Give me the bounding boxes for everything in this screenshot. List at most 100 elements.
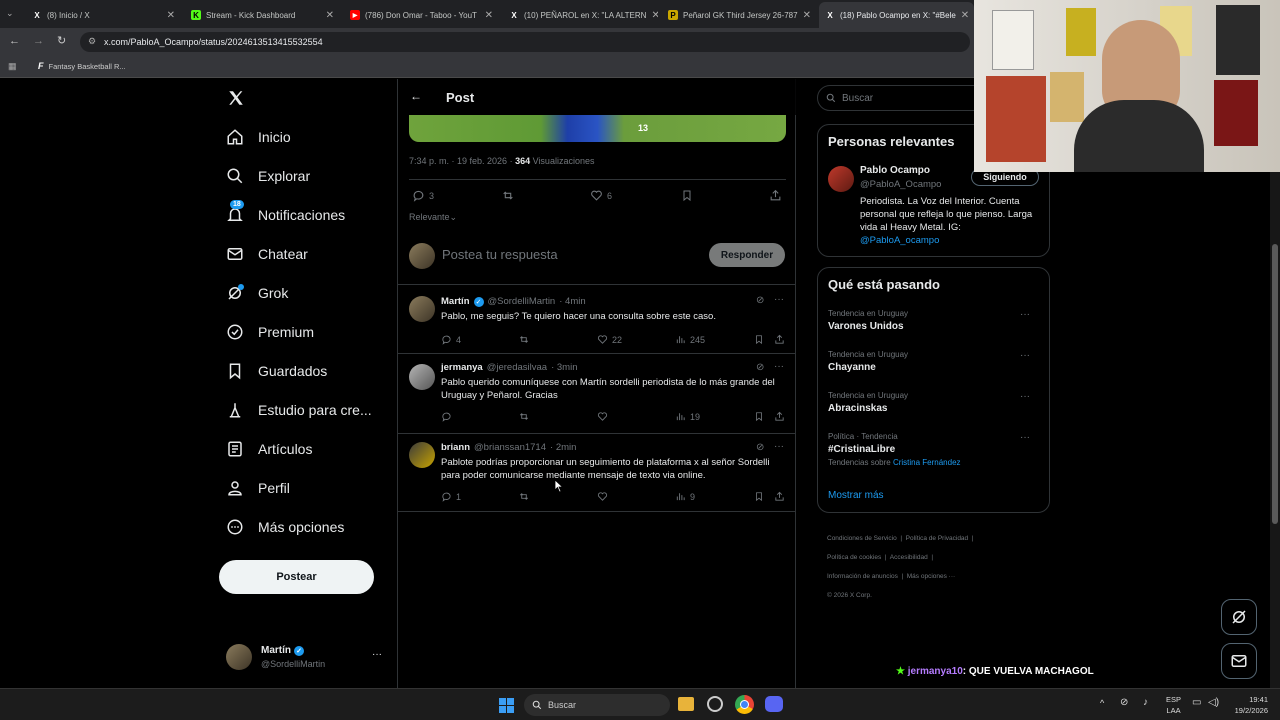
person-handle[interactable]: @PabloA_Ocampo <box>860 179 941 190</box>
grok-icon[interactable]: ⊘ <box>756 362 764 373</box>
apps-grid-icon[interactable]: ▦ <box>8 61 17 72</box>
display-icon[interactable]: ▭ <box>1192 697 1201 708</box>
footer-link[interactable]: Accesibilidad <box>890 554 928 561</box>
repost-action[interactable] <box>518 491 530 502</box>
share-action[interactable] <box>774 491 785 502</box>
reply-item[interactable]: jermanya @jeredasilvaa · 3min ⊘ ··· Pabl… <box>398 354 796 434</box>
more-dots-icon[interactable]: ··· <box>774 441 784 452</box>
avatar[interactable] <box>409 364 435 390</box>
chrome-icon[interactable] <box>735 695 754 714</box>
reply-item[interactable]: briann @brianssan1714 · 2min ⊘ ··· Pablo… <box>398 434 796 512</box>
tab-youtube[interactable]: ▶ (786) Don Omar - Taboo - YouT ✕ <box>344 2 499 28</box>
nav-premium[interactable]: Premium <box>226 323 314 341</box>
bookmark-item[interactable]: F Fantasy Basketball R... <box>38 61 126 71</box>
messages-float-button[interactable] <box>1221 643 1257 679</box>
sort-dropdown[interactable]: Relevante⌄ <box>409 212 457 223</box>
share-action[interactable] <box>769 189 782 202</box>
scrollbar-thumb[interactable] <box>1272 244 1278 524</box>
more-dots-icon[interactable]: ··· <box>1020 391 1030 402</box>
tab-search-icon[interactable]: ⌄ <box>6 8 20 20</box>
nav-grok[interactable]: Grok <box>226 284 288 302</box>
share-action[interactable] <box>774 411 785 422</box>
chevron-up-icon[interactable]: ^ <box>1100 698 1104 708</box>
more-dots-icon[interactable]: ··· <box>372 649 382 660</box>
back-arrow-icon[interactable]: ← <box>410 89 422 103</box>
reply-handle[interactable]: @jeredasilvaa <box>487 362 547 373</box>
reply-handle[interactable]: @SordelliMartin <box>488 296 556 307</box>
reply-handle[interactable]: @brianssan1714 <box>474 442 546 453</box>
close-icon[interactable]: ✕ <box>803 10 811 21</box>
nav-notifications[interactable]: Notificaciones 18 <box>226 200 345 224</box>
reply-button[interactable]: Responder <box>709 243 785 267</box>
share-action[interactable] <box>774 334 785 345</box>
reply-input[interactable]: Postea tu respuesta <box>442 247 558 262</box>
bookmark-action[interactable] <box>754 411 764 422</box>
show-more-link[interactable]: Mostrar más <box>828 490 884 501</box>
site-info-icon[interactable]: ⚙ <box>88 36 96 47</box>
more-dots-icon[interactable]: ··· <box>1020 432 1030 443</box>
nav-home[interactable]: Inicio <box>226 128 291 146</box>
tab-pablo-ocampo[interactable]: X (18) Pablo Ocampo en X: "#Bele ✕ <box>819 2 974 28</box>
avatar[interactable] <box>409 442 435 468</box>
reply-action[interactable]: 1 <box>441 491 461 502</box>
more-dots-icon[interactable]: ··· <box>774 361 784 372</box>
reply-author[interactable]: briann <box>441 442 470 453</box>
close-icon[interactable]: ✕ <box>961 10 969 21</box>
grok-float-button[interactable] <box>1221 599 1257 635</box>
network-icon[interactable]: ⊘ <box>1120 697 1128 708</box>
post-button[interactable]: Postear <box>219 560 374 594</box>
views-action[interactable]: 19 <box>675 411 700 422</box>
tab-kick[interactable]: K Stream - Kick Dashboard ✕ <box>185 2 340 28</box>
language-indicator[interactable]: ESP LAA <box>1166 694 1181 716</box>
close-icon[interactable]: ✕ <box>326 10 334 21</box>
person-name[interactable]: Pablo Ocampo <box>860 165 930 176</box>
like-action[interactable] <box>597 411 608 422</box>
nav-bookmarks[interactable]: Guardados <box>226 362 327 380</box>
reply-author[interactable]: Martín <box>441 296 470 307</box>
tab-penarol-jersey[interactable]: P Peñarol GK Third Jersey 26-787 ✕ <box>662 2 817 28</box>
avatar[interactable] <box>828 166 854 192</box>
like-action[interactable]: 6 <box>590 189 612 202</box>
nav-explore[interactable]: Explorar <box>226 167 310 185</box>
more-dots-icon[interactable]: ··· <box>1020 350 1030 361</box>
close-icon[interactable]: ✕ <box>167 10 175 21</box>
more-dots-icon[interactable]: ··· <box>1020 309 1030 320</box>
discord-icon[interactable] <box>765 696 783 712</box>
close-icon[interactable]: ✕ <box>651 10 658 21</box>
trend-item[interactable]: Tendencia en Uruguay Chayanne ··· <box>828 350 1040 373</box>
bookmark-action[interactable] <box>681 189 693 202</box>
close-icon[interactable]: ✕ <box>485 10 493 21</box>
repost-action[interactable] <box>501 189 515 202</box>
forward-arrow-icon[interactable]: → <box>33 35 44 47</box>
nav-profile[interactable]: Perfil <box>226 479 290 497</box>
tab-penarol-x[interactable]: X (10) PEÑAROL en X: "LA ALTERN ✕ <box>503 2 658 28</box>
reply-author[interactable]: jermanya <box>441 362 483 373</box>
volume-icon[interactable]: ◁) <box>1208 697 1219 708</box>
address-bar[interactable]: ⚙ x.com/PabloA_Ocampo/status/20246135134… <box>80 32 970 52</box>
footer-link[interactable]: Condiciones de Servicio <box>827 535 897 542</box>
footer-link[interactable]: Política de Privacidad <box>906 535 969 542</box>
windows-start-icon[interactable] <box>499 698 514 713</box>
reply-action[interactable]: 3 <box>412 189 434 202</box>
reply-action[interactable] <box>441 411 452 422</box>
nav-more[interactable]: Más opciones <box>226 518 344 536</box>
repost-action[interactable] <box>518 334 530 345</box>
footer-link[interactable]: Información de anuncios <box>827 573 898 580</box>
views-action[interactable]: 245 <box>675 334 705 345</box>
tweet-media-image[interactable]: 13 <box>409 115 786 142</box>
nav-articles[interactable]: Artículos <box>226 440 312 458</box>
footer-link[interactable]: Más opciones ··· <box>907 573 955 580</box>
x-logo-icon[interactable] <box>227 89 245 107</box>
bookmark-action[interactable] <box>754 334 764 345</box>
reload-icon[interactable]: ↻ <box>57 34 66 47</box>
microphone-icon[interactable]: ♪ <box>1143 697 1148 708</box>
taskbar-search[interactable]: Buscar <box>524 694 670 716</box>
post-timestamp[interactable]: 7:34 p. m. · 19 feb. 2026 · <box>409 156 515 166</box>
search-input[interactable]: Buscar <box>817 85 987 111</box>
grok-icon[interactable]: ⊘ <box>756 295 764 306</box>
reply-item[interactable]: Martín ✓ @SordelliMartin · 4min ⊘ ··· Pa… <box>398 285 796 354</box>
footer-link[interactable]: Política de cookies <box>827 554 881 561</box>
repost-action[interactable] <box>518 411 530 422</box>
avatar[interactable] <box>409 296 435 322</box>
back-arrow-icon[interactable]: ← <box>9 35 20 47</box>
